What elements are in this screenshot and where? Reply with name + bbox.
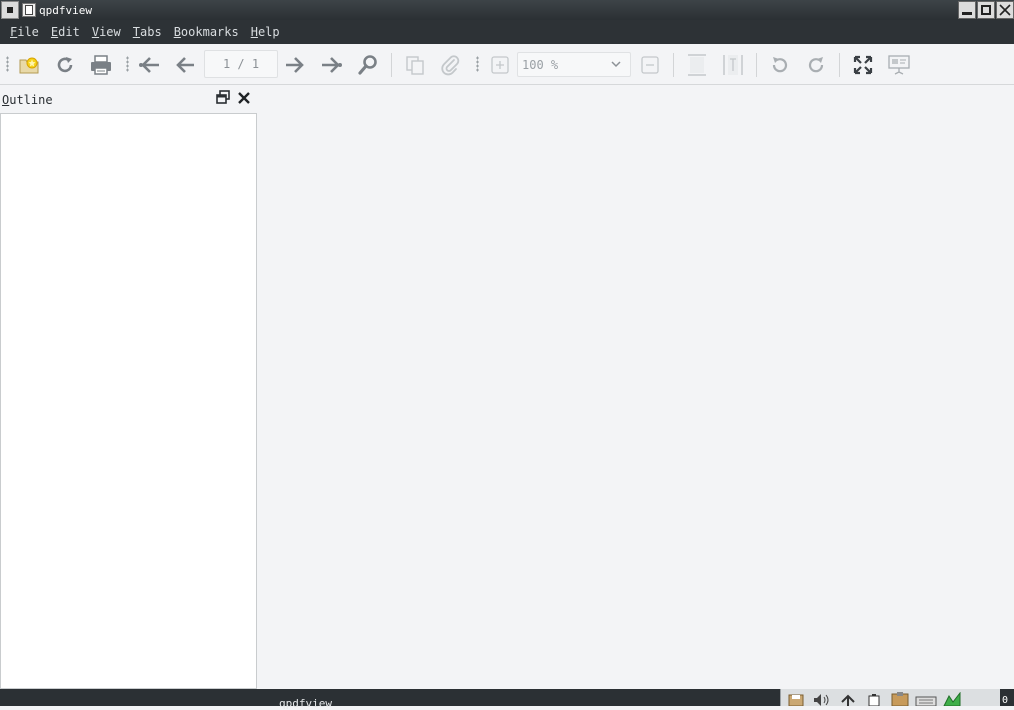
fit-width-button[interactable] xyxy=(684,52,710,78)
presentation-button[interactable] xyxy=(886,52,912,78)
zoom-value: 100 % xyxy=(522,57,559,72)
open-icon xyxy=(19,57,39,74)
fit-page-icon xyxy=(723,55,743,75)
dock-close-button[interactable] xyxy=(236,90,252,106)
maximize-button[interactable] xyxy=(977,1,995,19)
menu-help[interactable]: Help xyxy=(245,25,286,39)
app-icon xyxy=(22,3,36,17)
copy-icon xyxy=(406,56,424,75)
volume-icon[interactable] xyxy=(811,692,833,706)
toolbar xyxy=(0,44,1014,85)
clipboard-icon[interactable] xyxy=(889,692,911,706)
document-view[interactable] xyxy=(257,86,1014,689)
zoom-out-button[interactable] xyxy=(637,52,663,78)
previous-page-button[interactable] xyxy=(172,52,198,78)
fullscreen-icon xyxy=(853,55,873,75)
minimize-button[interactable] xyxy=(958,1,976,19)
network-icon[interactable] xyxy=(837,692,859,706)
zoom-combobox[interactable]: 100 % xyxy=(517,52,631,77)
float-window-icon xyxy=(216,90,230,104)
chevron-down-icon xyxy=(611,61,621,68)
refresh-icon xyxy=(57,57,73,73)
zoom-out-icon xyxy=(641,56,659,74)
toolbar-separator-4 xyxy=(839,53,840,77)
close-icon xyxy=(238,92,250,104)
menu-tabs[interactable]: Tabs xyxy=(127,25,168,39)
zoom-in-button[interactable] xyxy=(487,52,513,78)
last-page-icon xyxy=(322,57,342,73)
toolbar-grip-2[interactable] xyxy=(126,56,129,72)
print-button[interactable] xyxy=(88,52,114,78)
toolbar-grip[interactable] xyxy=(6,56,9,72)
presentation-icon xyxy=(888,55,910,75)
menu-bookmarks[interactable]: Bookmarks xyxy=(168,25,245,39)
fullscreen-button[interactable] xyxy=(850,52,876,78)
toolbar-grip-3[interactable] xyxy=(476,56,479,72)
page-number-field[interactable]: 1 / 1 xyxy=(204,50,278,78)
attachment-button[interactable] xyxy=(437,52,463,78)
rotate-left-icon xyxy=(772,57,788,73)
rotate-right-button[interactable] xyxy=(803,52,829,78)
keyboard-icon[interactable] xyxy=(915,692,937,706)
clock[interactable]: 0 xyxy=(1000,689,1014,706)
storage-icon[interactable] xyxy=(785,692,807,706)
next-page-icon xyxy=(286,57,304,73)
title-bar: qpdfview xyxy=(0,0,1014,20)
toolbar-separator-2 xyxy=(673,53,674,77)
print-icon xyxy=(91,55,111,75)
first-page-button[interactable] xyxy=(137,52,163,78)
toolbar-separator-3 xyxy=(756,53,757,77)
attachment-icon xyxy=(441,55,460,76)
window-controls xyxy=(958,1,1014,19)
search-icon xyxy=(358,55,377,75)
menu-view[interactable]: View xyxy=(86,25,127,39)
system-tray xyxy=(780,689,1014,706)
window-menu-button[interactable] xyxy=(1,1,19,19)
close-window-button[interactable] xyxy=(996,1,1014,19)
open-button[interactable] xyxy=(16,52,42,78)
rotate-right-icon xyxy=(808,57,824,73)
first-page-icon xyxy=(139,57,159,73)
copy-button[interactable] xyxy=(402,52,428,78)
taskbar-window-label[interactable]: qpdfview xyxy=(279,697,332,710)
fit-page-button[interactable] xyxy=(720,52,746,78)
taskbar: qpdfview 0 xyxy=(0,689,1014,710)
dock-float-button[interactable] xyxy=(216,90,230,104)
refresh-button[interactable] xyxy=(52,52,78,78)
last-page-button[interactable] xyxy=(318,52,344,78)
fit-width-icon xyxy=(688,54,706,76)
update-icon[interactable] xyxy=(941,691,963,706)
menu-file[interactable]: File xyxy=(4,25,45,39)
close-icon xyxy=(999,4,1011,16)
menu-edit[interactable]: Edit xyxy=(45,25,86,39)
next-page-button[interactable] xyxy=(282,52,308,78)
zoom-in-icon xyxy=(491,56,509,74)
window-title: qpdfview xyxy=(39,3,92,17)
outline-tree[interactable] xyxy=(0,113,257,689)
search-button[interactable] xyxy=(355,52,381,78)
previous-page-icon xyxy=(176,57,194,73)
toolbar-separator xyxy=(391,53,392,77)
rotate-left-button[interactable] xyxy=(767,52,793,78)
menu-bar: File Edit View Tabs Bookmarks Help xyxy=(0,20,1014,44)
battery-icon[interactable] xyxy=(863,692,885,706)
